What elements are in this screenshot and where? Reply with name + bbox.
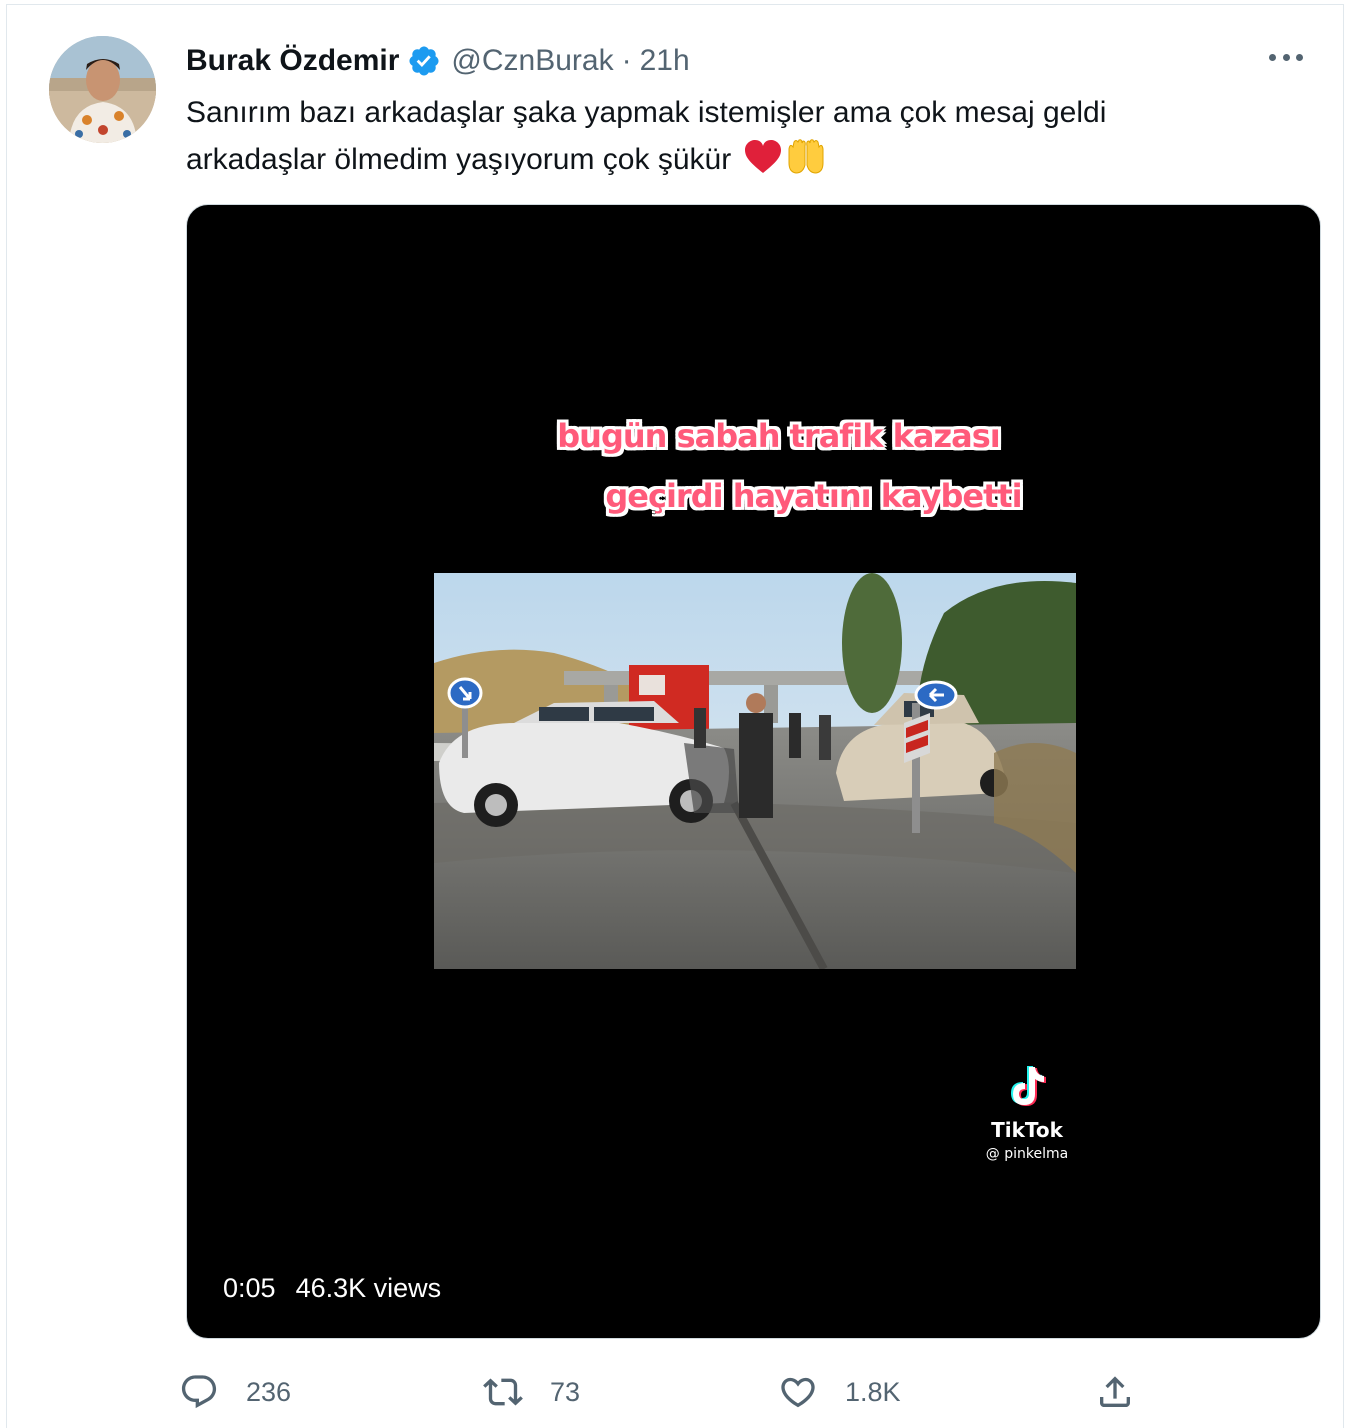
video-duration: 0:05 [223,1273,276,1303]
tiktok-watermark: TikTok @ pinkelma [977,1063,1077,1162]
tiktok-username: @ pinkelma [985,1146,1069,1162]
tweet-text-line-2: arkadaşlar ölmedim yaşıyorum çok şükür [186,136,1246,183]
video-meta: 0:05 46.3K views [223,1273,441,1304]
tiktok-brand: TikTok [991,1118,1063,1142]
retweet-count: 73 [550,1376,581,1407]
more-dot [1269,53,1276,61]
video-player[interactable]: bugün sabah trafik kazası geçirdi hayatı… [186,204,1321,1339]
retweet-button[interactable]: 73 [483,1369,580,1415]
video-views: 46.3K views [295,1273,442,1303]
retweet-icon [483,1378,523,1406]
heart-icon [781,1377,815,1408]
tweet-card[interactable]: Burak Özdemir @CznBurak · 21h Sanırım ba… [6,4,1344,1428]
accident-photo [434,573,1076,969]
verified-badge-icon [409,46,439,76]
raising-hands-icon [788,139,824,174]
tiktok-logo-icon [1011,1066,1046,1106]
author-name[interactable]: Burak Özdemir [186,44,399,78]
more-dot [1282,53,1290,61]
reply-button[interactable]: 236 [179,1369,291,1415]
tweet-header: Burak Özdemir @CznBurak · 21h [186,39,690,83]
author-handle[interactable]: @CznBurak [451,44,613,78]
share-icon [1100,1376,1130,1407]
like-count: 1.8K [845,1376,901,1407]
like-button[interactable]: 1.8K [778,1369,901,1415]
reply-count: 236 [246,1376,292,1407]
tweet-text-line: Sanırım bazı arkadaşlar şaka yapmak iste… [186,96,1107,129]
reply-icon [181,1375,217,1409]
tweet-timestamp[interactable]: 21h [640,44,690,78]
tweet-text: Sanırım bazı arkadaşlar şaka yapmak iste… [186,89,1246,183]
more-options-icon[interactable] [1269,45,1303,69]
more-dot [1296,53,1303,61]
avatar[interactable] [49,36,156,143]
video-caption-line: bugün sabah trafik kazası [557,417,1000,455]
red-heart-icon [744,140,781,173]
tweet-actions: 236 73 1.8K [7,1369,1343,1415]
separator-dot: · [621,44,632,77]
tweet-text-line: arkadaşlar ölmedim yaşıyorum çok şükür [186,143,732,176]
share-button[interactable] [1095,1369,1135,1415]
video-caption-line: geçirdi hayatını kaybetti [605,477,1022,515]
